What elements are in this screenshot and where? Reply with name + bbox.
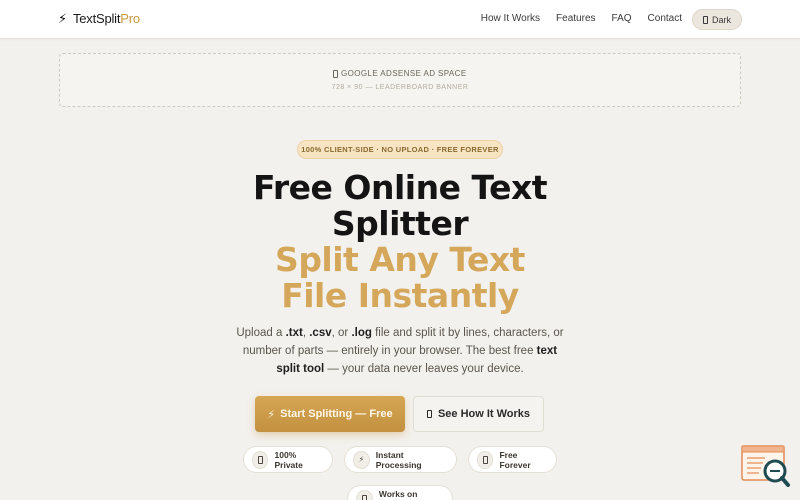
ad-subtitle: 728 × 90 — LEADERBOARD BANNER [331,84,469,91]
book-icon [426,410,432,418]
see-how-it-works-button[interactable]: See How It Works [413,396,544,432]
hero-accent-title: Split Any Text File Instantly [275,240,525,315]
dark-mode-label: Dark [711,14,731,25]
nav-contact[interactable]: Contact [648,13,682,24]
gift-icon [477,450,494,469]
logo-text: TextSplitPro [72,11,140,26]
moon-icon [702,15,708,24]
lock-icon [252,450,269,469]
feature-label: Instant Processing [375,449,422,470]
document-search-icon [741,445,790,487]
nav-faq[interactable]: FAQ [612,13,632,24]
feature-pill-free: Free Forever [468,446,557,473]
nav-links: How It Works Features FAQ Contact [481,13,682,24]
mobile-icon [356,489,373,500]
feature-pill-mobile: Works on Mobile [347,485,453,500]
start-splitting-button[interactable]: ⚡ Start Splitting — Free [255,396,405,432]
nav-how-it-works[interactable]: How It Works [481,13,540,24]
feature-label: Free Forever [499,449,531,470]
nav-features[interactable]: Features [556,13,595,24]
dark-mode-toggle[interactable]: Dark [691,9,742,30]
logo[interactable]: ⚡ TextSplitPro [58,11,140,26]
lightning-icon: ⚡ [58,11,67,26]
hero-title: Free Online Text Splitter [252,168,548,243]
bolt-icon: ⚡ [353,450,370,469]
ad-icon [333,69,339,78]
start-splitting-label: Start Splitting — Free [280,408,393,420]
hero-badge: 100% CLIENT-SIDE · NO UPLOAD · FREE FORE… [297,140,503,159]
lightning-icon: ⚡ [267,408,276,421]
feature-label: Works on Mobile [378,488,418,500]
feature-pill-instant: ⚡ Instant Processing [344,446,457,473]
ad-title: GOOGLE ADSENSE AD SPACE [60,69,740,78]
feature-pill-private: 100% Private [243,446,333,473]
hero-description: Upload a .txt, .csv, or .log file and sp… [236,327,564,375]
help-search-widget-icon[interactable] [741,445,791,489]
see-how-it-works-label: See How It Works [437,408,531,420]
feature-label: 100% Private [274,449,303,470]
top-navbar: ⚡ TextSplitPro How It Works Features FAQ… [0,0,800,39]
ad-banner-placeholder: GOOGLE ADSENSE AD SPACE 728 × 90 — LEADE… [59,53,741,107]
